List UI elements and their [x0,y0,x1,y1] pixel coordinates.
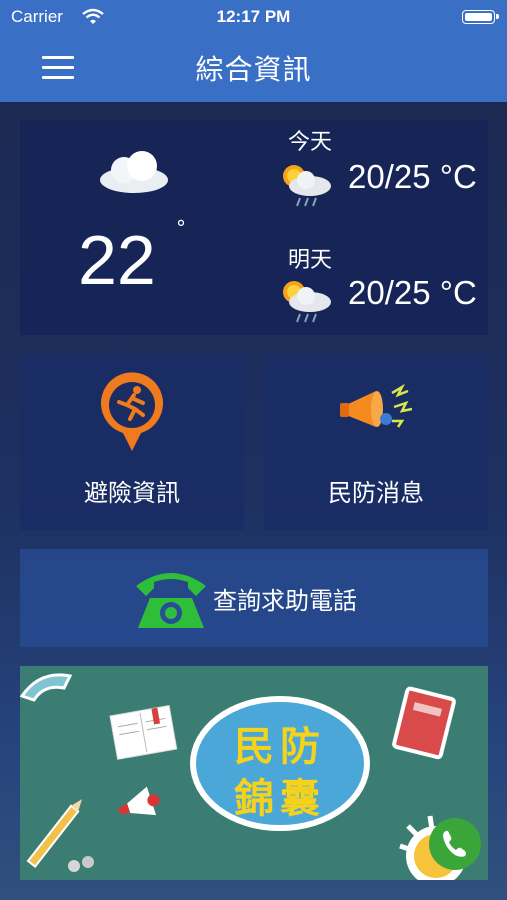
tomorrow-label: 明天 [288,248,333,273]
weather-panel: 22 ° 今天 20/25 °C 明天 20/25 °C [20,120,488,335]
navigation-bar: 綜合資訊 [0,34,507,102]
clock: 12:17 PM [216,7,291,26]
tips-title-line-1: 民防 [234,724,326,770]
civil-defence-news-label: 民防消息 [328,479,424,507]
helpline-button[interactable]: 查詢求助電話 [20,549,488,647]
tips-title-bubble: 民防 錦囊 [190,696,370,831]
status-bar: Carrier 12:17 PM [0,0,507,34]
today-label: 今天 [288,130,333,155]
telephone-icon [132,564,210,636]
running-person-pin-icon [97,371,167,457]
today-temperature-range: 20/25 °C [348,158,477,195]
civil-defence-tips-banner[interactable]: 民防 錦囊 [20,666,488,880]
civil-defence-news-tile[interactable]: 民防消息 [264,355,488,530]
sun-cloud-rain-icon [276,276,334,330]
sun-cloud-rain-icon [276,160,334,214]
tomorrow-temperature-range: 20/25 °C [348,274,477,311]
current-temperature: 22 [78,221,156,299]
megaphone-icon [336,381,416,441]
escape-info-label: 避險資訊 [84,479,180,507]
escape-info-tile[interactable]: 避險資訊 [20,355,244,530]
cloud-icon [98,150,170,198]
phone-call-icon[interactable] [429,818,481,870]
battery-icon [462,10,499,24]
page-title: 綜合資訊 [195,53,312,86]
degree-symbol: ° [176,216,186,240]
helpline-label: 查詢求助電話 [213,587,357,615]
tips-title-line-2: 錦囊 [234,776,326,822]
